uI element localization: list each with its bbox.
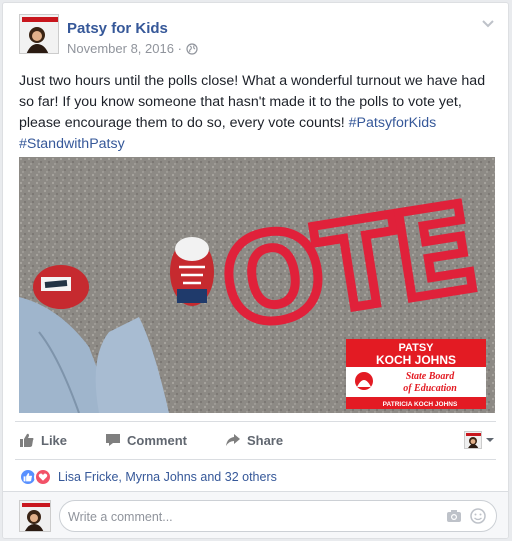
comment-button[interactable]: Comment <box>105 432 187 448</box>
reactions-summary[interactable]: Lisa Fricke, Myrna Johns and 32 others <box>19 467 277 487</box>
comment-input[interactable] <box>68 507 428 527</box>
like-label: Like <box>41 432 68 448</box>
post-as-selector[interactable] <box>464 431 495 449</box>
reaction-icons <box>19 468 52 486</box>
comment-label: Comment <box>127 432 187 448</box>
page-name[interactable]: Patsy for Kids <box>67 20 168 37</box>
logo-subtitle-2: of Education <box>403 383 457 394</box>
post-meta: November 8, 2016 · <box>67 41 198 56</box>
like-button[interactable]: Like <box>19 432 67 448</box>
logo-footer: PATRICIA KOCH JOHNS <box>383 401 458 408</box>
share-arrow-icon <box>225 434 240 446</box>
comment-icon <box>106 434 121 446</box>
comment-composer <box>3 491 508 538</box>
camera-icon[interactable] <box>446 509 462 523</box>
share-label: Share <box>246 432 284 448</box>
post-header: Patsy for Kids November 8, 2016 · <box>19 14 496 62</box>
comment-box <box>59 500 497 532</box>
post-card: Patsy for Kids November 8, 2016 · Just t… <box>2 2 509 539</box>
divider-bottom <box>15 459 496 460</box>
divider-top <box>15 421 496 422</box>
commenter-avatar <box>19 500 51 532</box>
emoji-icon[interactable] <box>470 508 486 524</box>
logo-subtitle-1: State Board <box>406 371 456 382</box>
action-bar: Like Comment Share <box>19 424 495 456</box>
chevron-down-icon[interactable] <box>480 18 496 30</box>
caret-down-icon <box>486 438 494 442</box>
hashtag-standwithpatsy[interactable]: #StandwithPatsy <box>19 136 125 152</box>
thumbs-up-icon <box>20 433 34 447</box>
post-message: Just two hours until the polls close! Wh… <box>19 71 495 155</box>
globe-icon <box>186 42 198 55</box>
page-avatar[interactable] <box>19 14 59 54</box>
love-reaction-icon <box>34 468 52 486</box>
campaign-logo: PATSY KOCH JOHNS State Board of Educatio… <box>346 339 486 409</box>
post-date[interactable]: November 8, 2016 · <box>67 41 182 56</box>
viewer-avatar <box>464 431 482 449</box>
share-button[interactable]: Share <box>225 432 283 448</box>
post-photo[interactable]: OTE PATSY KOCH JOHNS State Board of Educ… <box>19 157 495 413</box>
hashtag-patsyforkids[interactable]: #PatsyforKids <box>349 115 437 131</box>
reactions-names[interactable]: Lisa Fricke, Myrna Johns and 32 others <box>58 470 277 484</box>
logo-name-line-2: KOCH JOHNS <box>376 353 456 367</box>
